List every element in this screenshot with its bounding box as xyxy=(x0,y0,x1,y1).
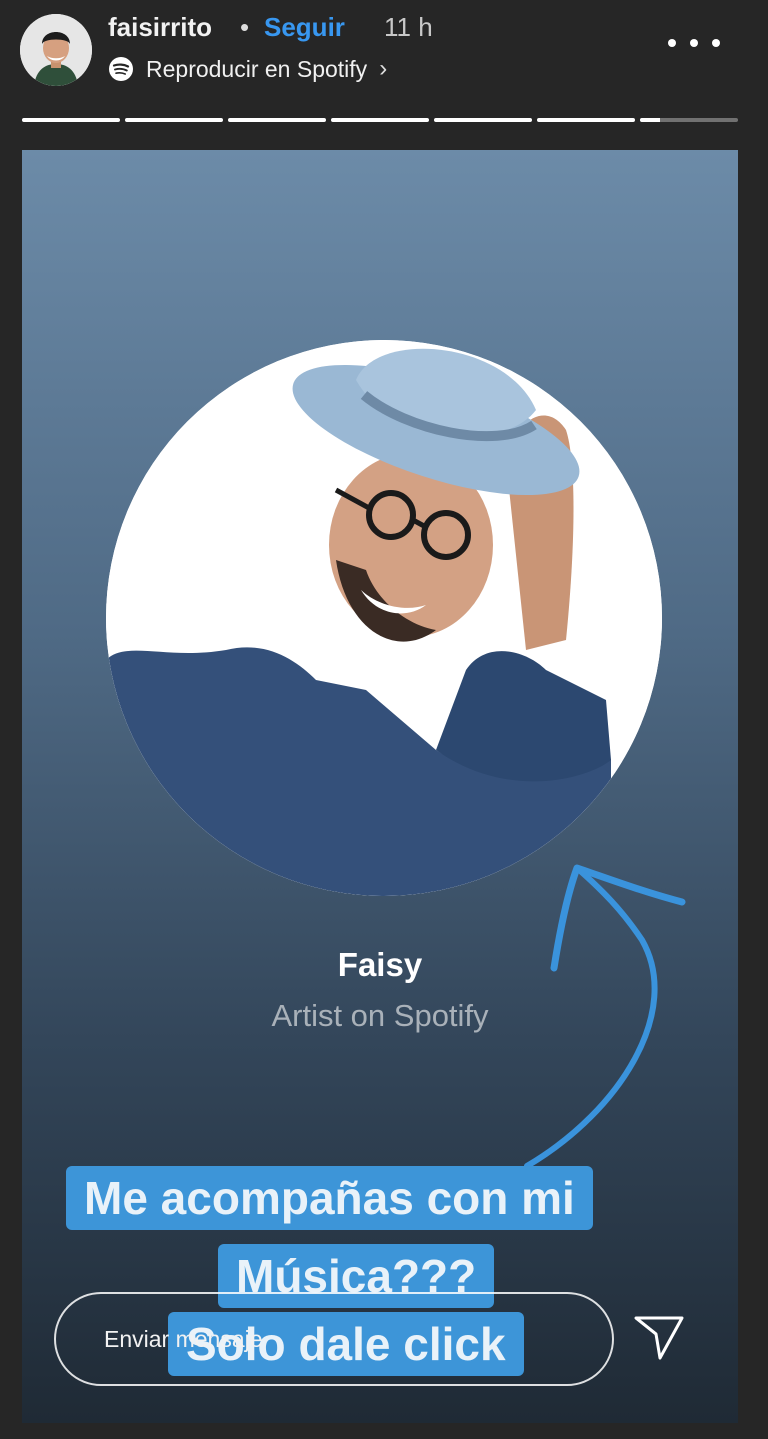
separator-dot: • xyxy=(240,12,250,42)
spotify-icon xyxy=(109,57,133,81)
message-placeholder: Enviar mensaje xyxy=(104,1326,263,1352)
progress-segment xyxy=(228,118,326,122)
progress-segment-fill xyxy=(434,118,532,122)
progress-segment xyxy=(537,118,635,122)
progress-segment xyxy=(640,118,738,122)
story-progress-bar xyxy=(22,118,738,122)
profile-avatar[interactable] xyxy=(20,14,92,86)
follow-button[interactable]: Seguir xyxy=(264,12,345,43)
progress-segment-fill xyxy=(125,118,223,122)
story-header: faisirrito • Seguir 11 h Reproducir en S… xyxy=(0,0,768,150)
progress-segment xyxy=(434,118,532,122)
progress-segment-fill xyxy=(228,118,326,122)
story-content[interactable]: Faisy Artist on Spotify Me acompañas con… xyxy=(22,150,738,1423)
more-dot xyxy=(668,39,676,47)
more-options-icon[interactable] xyxy=(668,28,720,58)
chevron-right-icon: › xyxy=(379,55,388,82)
progress-segment-fill xyxy=(537,118,635,122)
spotify-link[interactable]: Reproducir en Spotify › xyxy=(108,54,387,84)
progress-segment xyxy=(125,118,223,122)
more-dot xyxy=(690,39,698,47)
progress-segment xyxy=(22,118,120,122)
spotify-link-label: Reproducir en Spotify xyxy=(146,55,368,82)
progress-segment-fill xyxy=(640,118,660,122)
message-input[interactable]: Enviar mensaje xyxy=(54,1292,614,1386)
drawn-arrow xyxy=(524,864,686,1169)
more-dot xyxy=(712,39,720,47)
progress-segment-fill xyxy=(22,118,120,122)
send-direct-icon[interactable] xyxy=(630,1312,688,1364)
story-timestamp: 11 h xyxy=(384,12,433,42)
caption-line-1: Me acompañas con mi xyxy=(66,1166,593,1230)
progress-segment xyxy=(331,118,429,122)
username[interactable]: faisirrito xyxy=(108,12,212,43)
progress-segment-fill xyxy=(331,118,429,122)
